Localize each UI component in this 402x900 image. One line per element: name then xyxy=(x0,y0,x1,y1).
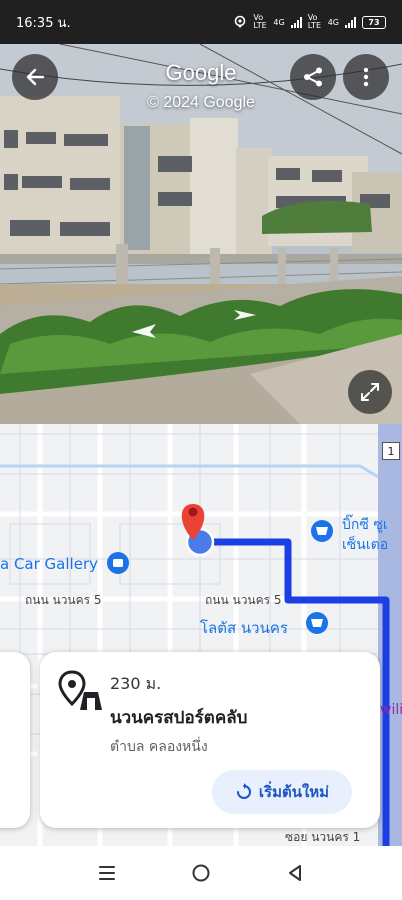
restart-label: เริ่มต้นใหม่ xyxy=(258,783,330,801)
route-number-badge: 1 xyxy=(382,442,400,460)
recent-apps-button[interactable] xyxy=(87,853,127,893)
previous-place-card[interactable] xyxy=(0,652,30,828)
signal1-icon xyxy=(290,16,302,28)
place-name: นวนครสปอร์ตคลับ xyxy=(110,708,248,728)
place-subdistrict: ตำบล คลองหนึ่ง xyxy=(110,739,208,755)
street-view-copyright: © 2024 Google xyxy=(147,94,255,111)
map-poi-lotus[interactable]: โลตัส นวนคร xyxy=(200,616,288,640)
network1-label: 4G xyxy=(273,17,285,27)
street-view-panorama[interactable]: Google © 2024 Google xyxy=(0,44,402,424)
map-poi-big-c[interactable]: บิ๊กซี ซูเ xyxy=(342,514,388,536)
place-pin-icon xyxy=(58,670,102,710)
place-distance: 230 ม. xyxy=(110,674,162,693)
map-street-label: ถนน นวนคร 5 xyxy=(25,593,102,607)
place-card[interactable]: 230 ม. นวนครสปอร์ตคลับ ตำบล คลองหนึ่ง เร… xyxy=(40,652,380,828)
status-bar: 16:35 น. Vo LTE 4G Vo LTE 4G 73 xyxy=(0,0,402,44)
system-back-button[interactable] xyxy=(275,853,315,893)
more-vert-icon xyxy=(363,67,369,87)
battery-level: 73 xyxy=(368,17,380,27)
location-icon xyxy=(235,15,246,28)
status-icons: Vo LTE 4G Vo LTE 4G 73 xyxy=(233,14,386,30)
map-poi-car-gallery[interactable]: a Car Gallery xyxy=(0,555,98,573)
map-street-label: ถนน นวนคร 5 xyxy=(205,593,282,607)
share-icon xyxy=(304,67,322,87)
menu-icon xyxy=(99,866,115,880)
back-triangle-icon xyxy=(289,865,301,881)
home-button[interactable] xyxy=(181,853,221,893)
nav-arrow-left-icon[interactable] xyxy=(130,322,160,340)
share-button[interactable] xyxy=(290,54,336,100)
expand-icon xyxy=(361,383,379,401)
restart-icon xyxy=(236,783,251,799)
map-poi-big-c-line2[interactable]: เซ็นเตอ xyxy=(342,534,388,556)
restart-button[interactable]: เริ่มต้นใหม่ xyxy=(212,770,352,814)
sim1-label: Vo LTE xyxy=(253,13,267,30)
street-view-title: Google xyxy=(165,60,237,85)
network2-label: 4G xyxy=(327,17,339,27)
status-time: 16:35 น. xyxy=(16,15,71,31)
nav-arrow-right-icon[interactable] xyxy=(232,308,258,322)
battery-icon: 73 xyxy=(362,15,386,29)
map-street-label: ซอย นวนคร 1 xyxy=(285,830,361,844)
expand-button[interactable] xyxy=(348,370,392,414)
home-circle-icon xyxy=(192,864,210,882)
sim2-label: Vo LTE xyxy=(307,13,321,30)
map-poi-right-edge[interactable]: wilic xyxy=(380,702,402,718)
signal2-icon xyxy=(345,16,356,28)
system-nav-bar xyxy=(0,846,402,900)
more-options-button[interactable] xyxy=(343,54,389,100)
